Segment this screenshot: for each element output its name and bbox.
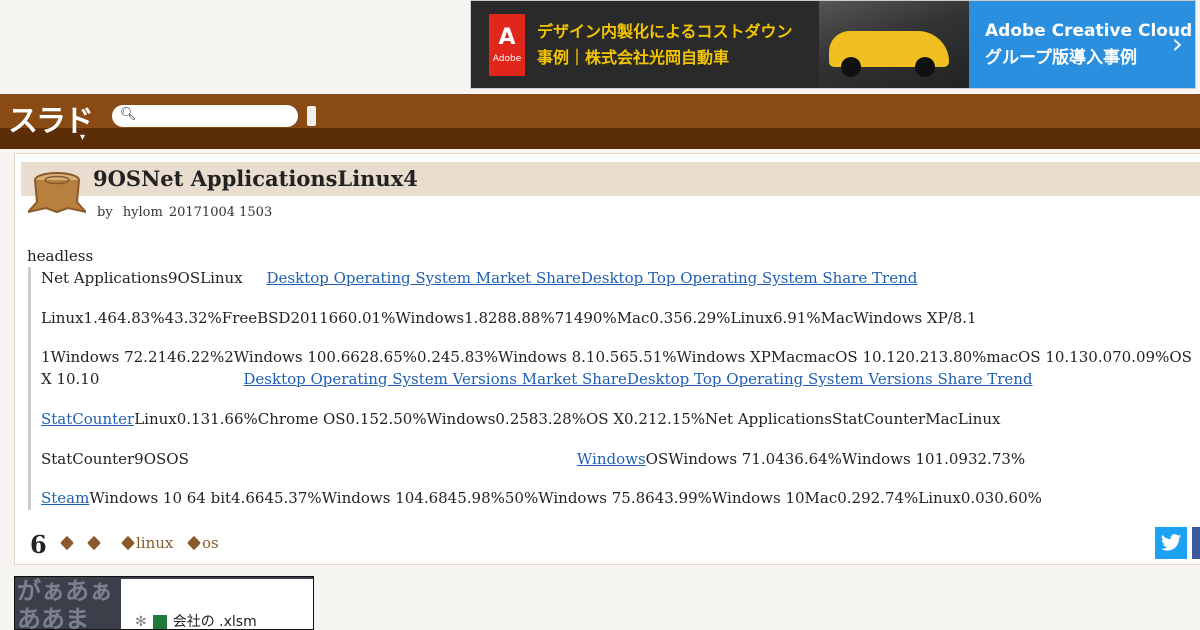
banner-text: デザイン内製化によるコストダウン 事例｜株式会社光岡自動車 <box>537 19 793 71</box>
banner-right-line2: グループ版導入事例 <box>985 47 1137 68</box>
paragraph-3: 1Windows 72.2146.22%2Windows 100.6628.65… <box>41 346 1192 390</box>
p4-link[interactable]: StatCounter <box>41 410 134 428</box>
byline-author[interactable]: hylom <box>123 205 163 220</box>
paragraph-2: Linux1.464.83%43.32%FreeBSD2011660.01%Wi… <box>41 309 977 327</box>
byline: by hylom 20171004 1503 <box>97 205 278 220</box>
bottom-ad-card: ✕ ✻会社の .xlsm <box>121 579 313 630</box>
tag-2[interactable] <box>86 534 102 552</box>
tag-icon <box>59 535 75 551</box>
paragraph-5: StatCounter9OSOS WindowsOSWindows 71.0436… <box>41 448 1025 470</box>
article-title[interactable]: 9OSNet ApplicationsLinux4 <box>93 166 418 191</box>
tag-os[interactable]: os <box>186 534 219 552</box>
p5-text2: OSWindows 71.0436.64%Windows 101.0932.73… <box>645 450 1026 468</box>
search-icon: 🔍︎ <box>120 107 137 122</box>
p3-line2: X 10.10 <box>41 370 100 388</box>
article-lead: headless <box>27 247 94 265</box>
adobe-logo-icon: A <box>498 25 516 50</box>
p1-text: Net Applications9OSLinux <box>41 269 243 287</box>
chevron-right-icon[interactable]: › <box>1172 27 1183 60</box>
tag-label: os <box>202 534 219 552</box>
menu-caret-icon[interactable]: ▾ <box>80 132 85 143</box>
comment-count[interactable]: 6 <box>30 530 47 559</box>
banner-cta[interactable]: Adobe Creative Cloud グループ版導入事例 › <box>969 1 1195 88</box>
search-input[interactable]: 🔍︎ <box>112 105 298 127</box>
p5-text: StatCounter9OSOS <box>41 450 189 468</box>
p6-text: Windows 10 64 bit4.6645.37%Windows 104.6… <box>89 489 1042 507</box>
top-banner-ad[interactable]: A Adobe デザイン内製化によるコストダウン 事例｜株式会社光岡自動車 Ad… <box>470 0 1196 89</box>
tag-icon <box>120 535 136 551</box>
byline-by: by <box>97 205 113 220</box>
bottom-ad-bg-text: がぁあぁ ああま <box>17 577 113 630</box>
adobe-logo: A Adobe <box>489 13 525 76</box>
p4-text: Linux0.131.66%Chrome OS0.152.50%Windows0… <box>134 410 1001 428</box>
banner-line2: 事例｜株式会社光岡自動車 <box>537 47 730 67</box>
tag-icon <box>186 535 202 551</box>
stump-icon <box>28 172 86 214</box>
banner-right-line1: Adobe Creative Cloud <box>985 20 1193 41</box>
paragraph-6: SteamWindows 10 64 bit4.6645.37%Windows … <box>41 487 1042 509</box>
p6-link[interactable]: Steam <box>41 489 89 507</box>
search-button[interactable] <box>307 106 316 126</box>
p3-link[interactable]: Desktop Operating System Versions Market… <box>243 370 1032 388</box>
p1-link[interactable]: Desktop Operating System Market ShareDes… <box>267 269 918 287</box>
tag-linux[interactable]: linux <box>120 534 174 552</box>
file-item: ✻ 会社の .xlsm <box>135 611 257 630</box>
tag-icon <box>86 535 102 551</box>
banner-line1: デザイン内製化によるコストダウン <box>537 21 793 41</box>
banner-left: A Adobe デザイン内製化によるコストダウン 事例｜株式会社光岡自動車 <box>471 1 969 88</box>
p5-link[interactable]: Windows <box>577 450 646 468</box>
spinner-icon: ✻ <box>135 614 147 630</box>
p3-line1: 1Windows 72.2146.22%2Windows 100.6628.65… <box>41 348 1192 366</box>
file-label: 会社の .xlsm <box>172 614 257 630</box>
site-subnav <box>0 128 1200 149</box>
facebook-icon[interactable] <box>1192 527 1200 559</box>
bottom-ad[interactable]: がぁあぁ ああま ✕ ✻会社の .xlsm <box>14 576 314 630</box>
tag-1[interactable] <box>59 534 75 552</box>
adobe-logo-word: Adobe <box>492 54 522 64</box>
paragraph-1: Net Applications9OSLinux Desktop Operati… <box>41 267 917 289</box>
car-image <box>819 1 969 88</box>
byline-date: 20171004 1503 <box>168 205 273 220</box>
excel-icon <box>152 615 167 629</box>
paragraph-4: StatCounterLinux0.131.66%Chrome OS0.152.… <box>41 408 1000 430</box>
tag-label: linux <box>136 534 174 552</box>
twitter-icon[interactable] <box>1155 527 1187 559</box>
